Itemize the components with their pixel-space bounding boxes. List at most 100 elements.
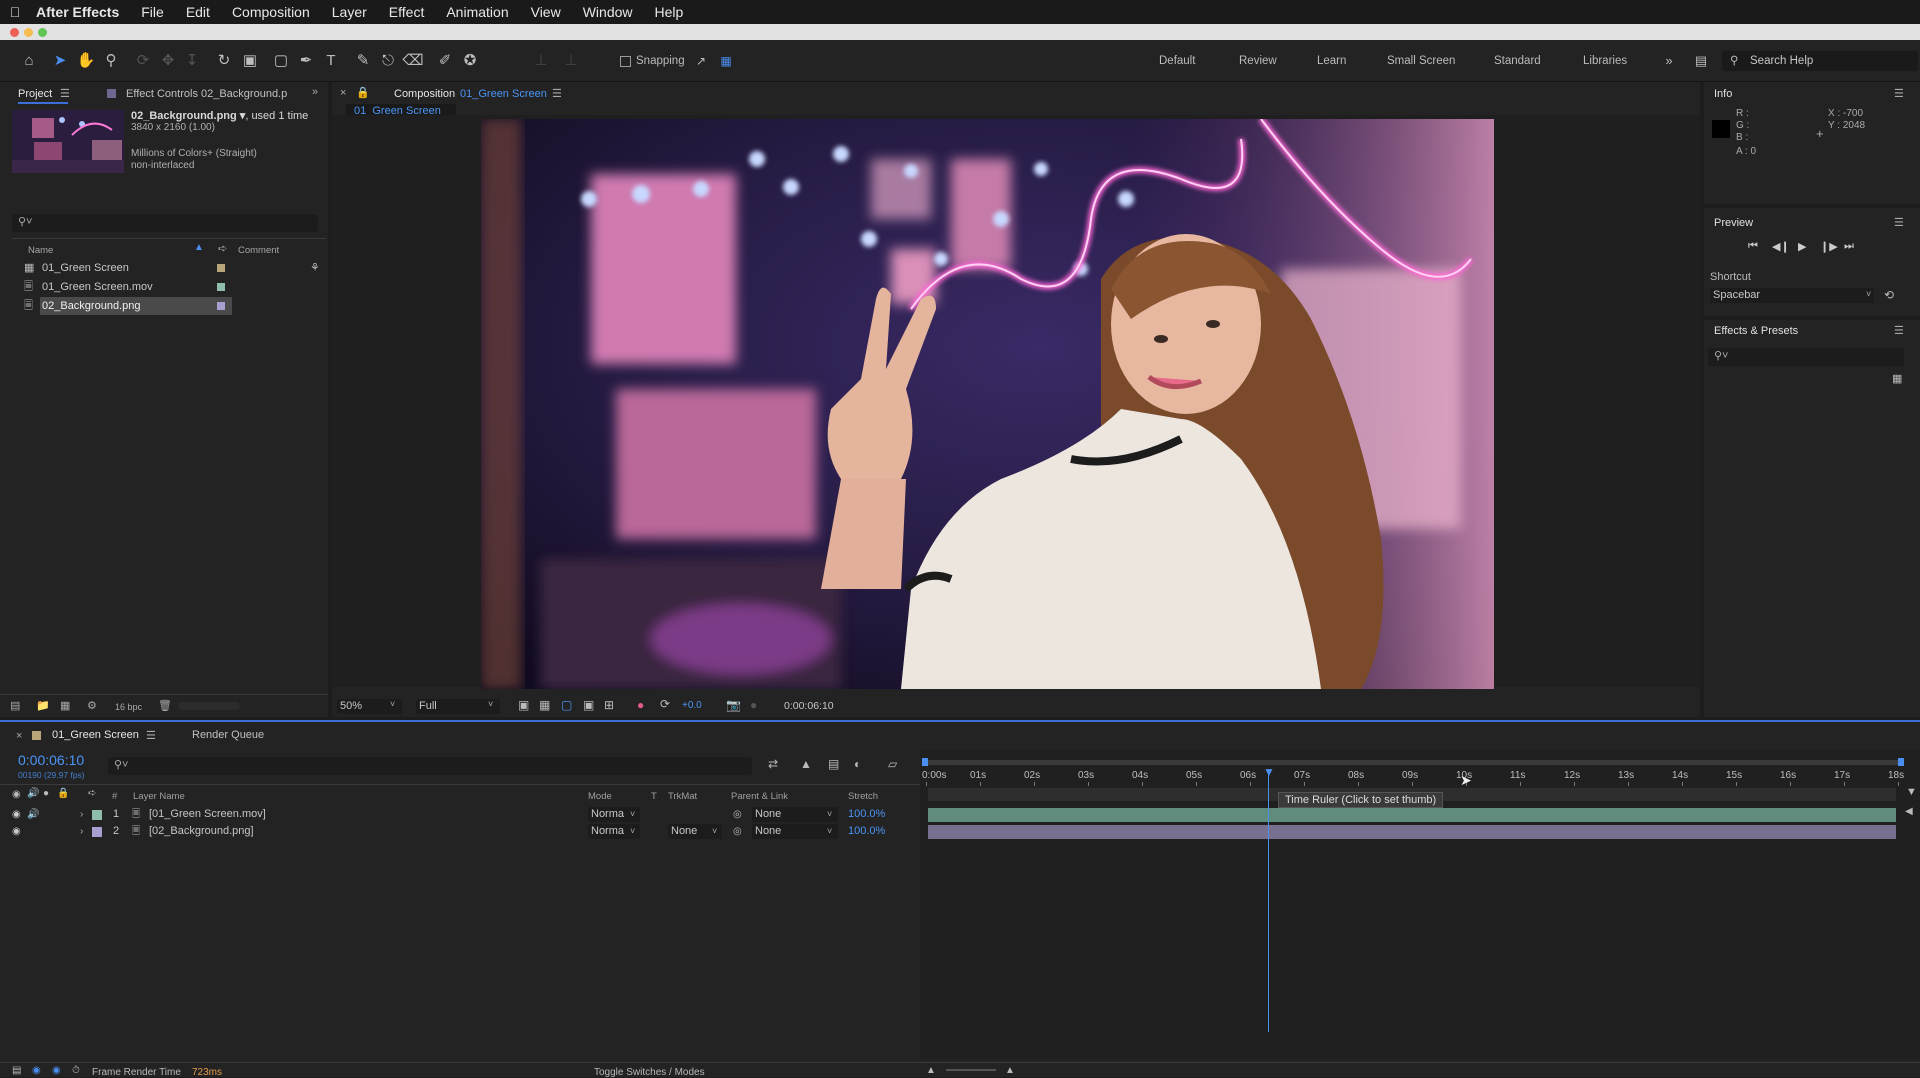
parent-dropdown[interactable]: None (752, 824, 838, 839)
close-window-button[interactable] (10, 28, 19, 37)
layer-row[interactable]: ◉ › 2 🗏 [02_Background.png] Norma ˅ None… (0, 823, 920, 840)
pen-tool-icon[interactable]: ✒ (295, 50, 317, 72)
video-eye-icon[interactable]: ◉ (12, 823, 21, 840)
channel-icon[interactable]: ● (637, 698, 644, 712)
layer-stretch[interactable]: 100.0% (848, 823, 885, 840)
project-item-comp[interactable]: ▦ 01_Green Screen ⚘ (22, 259, 322, 277)
column-t[interactable]: T (651, 791, 657, 802)
draft-3d-icon[interactable]: ▲ (800, 757, 812, 771)
anchor-point-tool-icon[interactable]: ▣ (239, 50, 261, 72)
frame-blending-icon[interactable]: ◐ (854, 757, 861, 771)
clone-stamp-icon[interactable]: ⎋ (377, 50, 399, 72)
hand-tool-icon[interactable]: ✋ (75, 50, 97, 72)
zoom-tool-icon[interactable]: ⚲ (100, 50, 122, 72)
project-item-png-selected[interactable]: 🗏 02_Background.png (22, 297, 322, 315)
rectangle-tool-icon[interactable]: ▢ (270, 50, 292, 72)
pan-camera-icon[interactable]: ✥ (157, 50, 179, 72)
layer-switches-icon[interactable]: ▤ (12, 1065, 21, 1076)
trash-icon[interactable]: 🗑 (158, 699, 172, 712)
effects-search-input[interactable]: ⚲˅ (1708, 348, 1904, 366)
rotate-tool-icon[interactable]: ↻ (213, 50, 235, 72)
region-of-interest-icon[interactable]: ▣ (583, 698, 594, 712)
workspace-learn[interactable]: Learn (1317, 55, 1346, 67)
playhead-handle[interactable]: ▼ (1263, 765, 1275, 779)
search-help-input[interactable]: ⚲ Search Help (1722, 51, 1918, 71)
sort-ascending-icon[interactable]: ▲ (194, 242, 204, 253)
parent-dropdown[interactable]: None (752, 807, 838, 822)
transfer-controls-icon[interactable]: ◉ (32, 1065, 41, 1076)
menu-window[interactable]: Window (583, 4, 633, 20)
hamburger-icon[interactable]: ☰ (1894, 324, 1904, 337)
mask-path-icon[interactable]: ▢ (561, 698, 572, 712)
workspace-standard[interactable]: Standard (1494, 55, 1541, 67)
column-stretch[interactable]: Stretch (848, 791, 878, 802)
grid-guides-icon[interactable]: ⊞ (604, 698, 614, 712)
layer-name[interactable]: [02_Background.png] (149, 823, 254, 840)
last-frame-icon[interactable]: ⏭ (1844, 240, 1854, 253)
flowchart-icon[interactable]: ⚘ (310, 259, 320, 277)
comp-tab-name[interactable]: 01_Green Screen (460, 88, 547, 100)
menu-edit[interactable]: Edit (186, 4, 210, 20)
column-comment[interactable]: Comment (238, 245, 279, 256)
orbit-camera-icon[interactable]: ⟳ (132, 50, 154, 72)
video-eye-icon[interactable]: ◉ (12, 789, 21, 800)
audio-speaker-icon[interactable]: 🔊 (27, 788, 39, 799)
comp-tab-prefix[interactable]: Composition (394, 88, 455, 100)
menu-composition[interactable]: Composition (232, 4, 310, 20)
pick-whip-icon[interactable]: ◎ (733, 823, 742, 840)
snapshot-camera-icon[interactable]: 📷 (726, 698, 741, 712)
label-color-swatch[interactable] (217, 283, 225, 291)
in-out-icon[interactable]: ◉ (52, 1065, 61, 1076)
layer-row[interactable]: ◉ 🔊 › 1 🗏 [01_Green Screen.mov] Norma ˅ … (0, 806, 920, 823)
apple-icon[interactable]:  (0, 4, 30, 20)
previous-frame-icon[interactable]: ◀❙ (1772, 240, 1790, 253)
column-name[interactable]: Name (28, 245, 53, 256)
menu-effect[interactable]: Effect (389, 4, 425, 20)
snap-options-icon[interactable]: ↗ (690, 50, 712, 72)
transparency-grid-icon[interactable]: ▦ (539, 698, 550, 712)
comp-timecode[interactable]: 0:00:06:10 (784, 700, 834, 712)
expand-chevron-icon[interactable]: › (80, 823, 83, 840)
solo-icon[interactable]: ● (43, 788, 49, 799)
toggle-switches-modes-button[interactable]: Toggle Switches / Modes (594, 1067, 705, 1078)
menu-animation[interactable]: Animation (446, 4, 508, 20)
layer-duration-bar[interactable] (928, 808, 1896, 822)
close-tab-icon[interactable]: × (340, 87, 346, 99)
lock-icon[interactable]: 🔒 (356, 86, 370, 99)
work-area-end-handle[interactable] (1898, 758, 1904, 766)
panel-overflow-icon[interactable]: » (312, 86, 318, 98)
tab-project[interactable]: Project (18, 88, 52, 100)
menu-layer[interactable]: Layer (332, 4, 367, 20)
shortcut-dropdown[interactable]: Spacebar (1710, 288, 1874, 303)
label-color-swatch[interactable] (92, 810, 102, 820)
work-area-start-handle[interactable] (922, 758, 928, 766)
label-color-swatch[interactable] (217, 302, 225, 310)
layer-name[interactable]: [01_Green Screen.mov] (149, 806, 266, 823)
thumbnail-zoom-slider[interactable] (178, 702, 240, 710)
current-time-display[interactable]: 0:00:06:10 (18, 752, 84, 768)
local-axis-icon[interactable]: ⊥ (530, 50, 552, 72)
column-parent-link[interactable]: Parent & Link (731, 791, 788, 802)
timeline-tab-comp[interactable]: 01_Green Screen (52, 729, 139, 741)
hamburger-icon[interactable]: ☰ (60, 87, 70, 100)
project-item-mov[interactable]: 🗏 01_Green Screen.mov (22, 278, 322, 296)
show-snapshot-icon[interactable]: ● (750, 698, 757, 712)
video-eye-icon[interactable]: ◉ (12, 806, 21, 823)
playhead-line[interactable] (1268, 770, 1269, 1032)
next-frame-icon[interactable]: ❙▶ (1820, 240, 1838, 253)
workspace-panel-icon[interactable]: ▤ (1690, 50, 1712, 72)
hamburger-icon[interactable]: ☰ (1894, 216, 1904, 229)
tab-effect-controls[interactable]: Effect Controls 02_Background.p (126, 88, 287, 100)
minimize-window-button[interactable] (24, 28, 33, 37)
exposure-value[interactable]: +0.0 (682, 700, 702, 711)
composition-flowchart-icon[interactable]: ⇄ (768, 757, 778, 771)
render-time-icon[interactable]: ⏱ (72, 1065, 80, 1076)
column-trkmat[interactable]: TrkMat (668, 791, 697, 802)
menu-view[interactable]: View (531, 4, 561, 20)
label-tag-icon[interactable]: ➪ (218, 242, 227, 255)
project-search-input[interactable]: ⚲˅ (12, 214, 318, 232)
hamburger-icon[interactable]: ☰ (146, 729, 156, 742)
menu-help[interactable]: Help (655, 4, 684, 20)
workspace-libraries[interactable]: Libraries (1583, 55, 1627, 67)
interpret-footage-icon[interactable]: ▤ (10, 699, 20, 712)
